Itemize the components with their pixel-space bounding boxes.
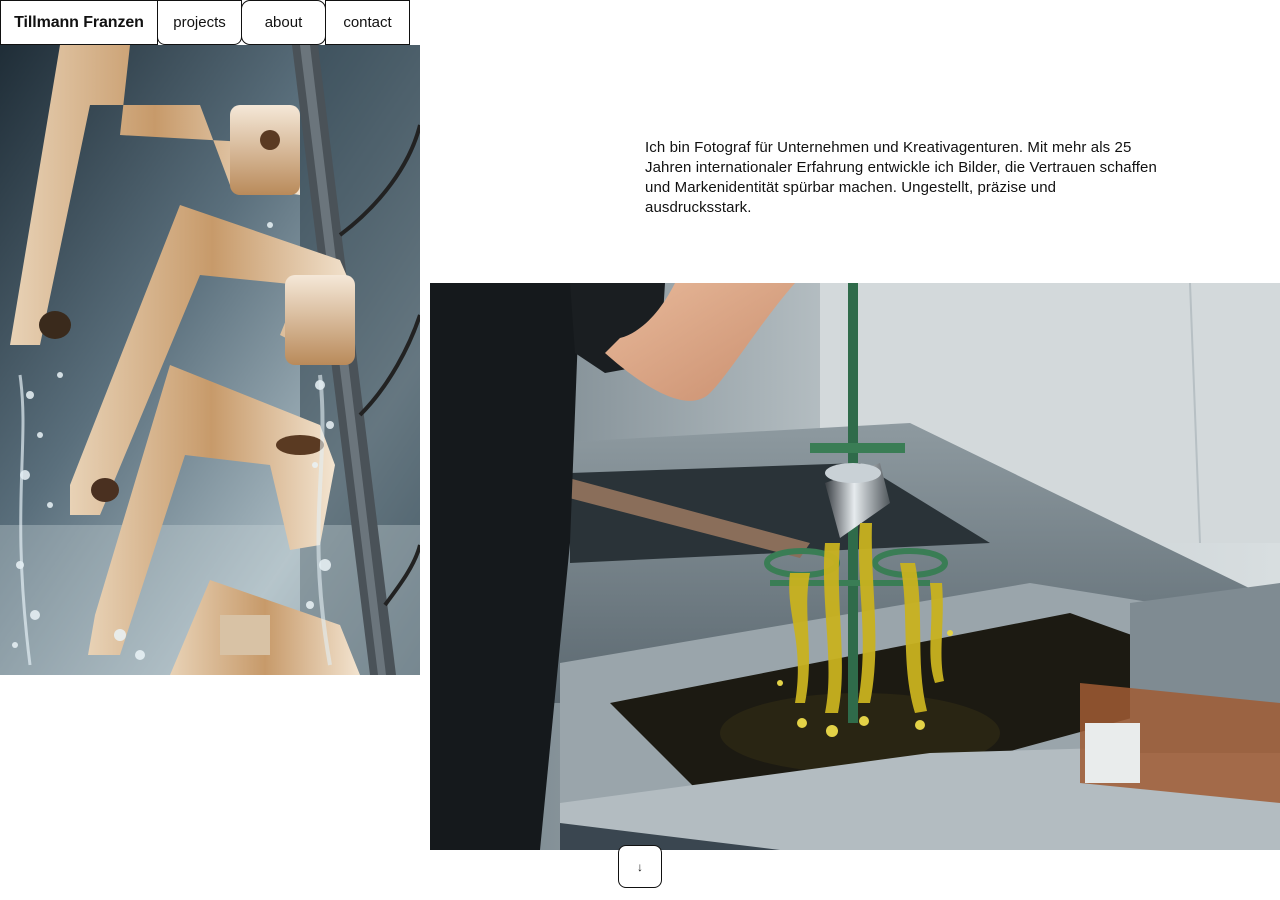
- page: Tillmann Franzen projects about contact: [0, 0, 1280, 900]
- plating-photo-graphic: [430, 283, 1280, 850]
- faucet-photo[interactable]: [0, 45, 420, 675]
- nav-projects[interactable]: projects: [157, 0, 242, 45]
- nav-about[interactable]: about: [241, 0, 326, 45]
- main-nav: Tillmann Franzen projects about contact: [0, 0, 410, 45]
- arrow-down-icon: ↓: [637, 859, 643, 874]
- intro-text: Ich bin Fotograf für Unternehmen und Kre…: [645, 139, 1157, 216]
- brand-logo-link[interactable]: Tillmann Franzen: [0, 0, 158, 45]
- nav-contact[interactable]: contact: [325, 0, 410, 45]
- scroll-down-button[interactable]: ↓: [618, 845, 662, 888]
- faucet-photo-graphic: [0, 45, 420, 675]
- plating-photo[interactable]: [430, 283, 1280, 850]
